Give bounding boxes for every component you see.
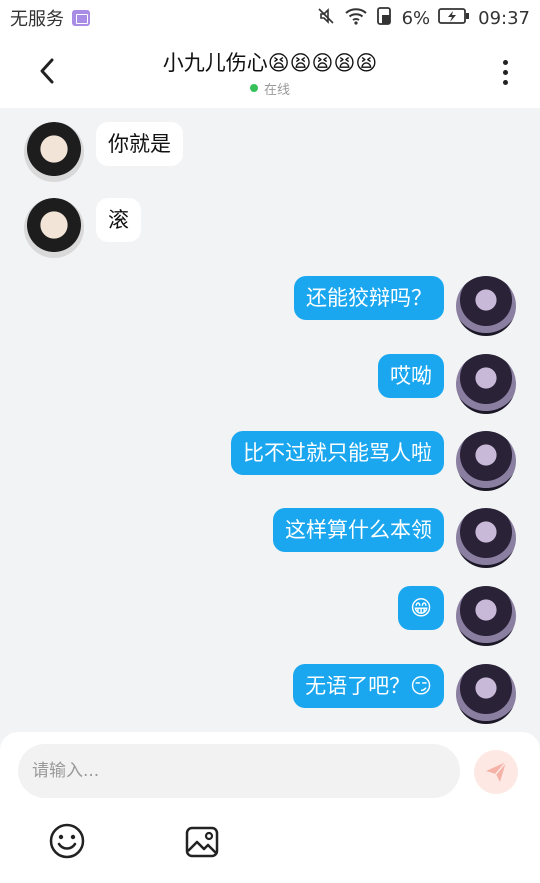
battery-charging-icon (438, 7, 470, 30)
contact-avatar[interactable] (24, 198, 84, 258)
battery-percent: 6% (401, 7, 431, 29)
online-dot-icon (249, 84, 258, 92)
message-bubble[interactable]: 滚 (96, 198, 141, 242)
carrier-label: 无服务 (10, 9, 64, 30)
my-avatar[interactable] (456, 276, 516, 336)
composer (0, 732, 540, 883)
more-dot (502, 79, 508, 85)
message-outgoing: 哎呦 (378, 354, 516, 414)
contact-avatar[interactable] (24, 122, 84, 182)
message-outgoing: 😁 (398, 586, 516, 646)
more-dot (502, 69, 508, 75)
wifi-icon (344, 6, 368, 31)
message-incoming: 滚 (24, 198, 141, 258)
send-button[interactable] (474, 750, 518, 794)
message-incoming: 你就是 (24, 122, 183, 182)
message-outgoing: 比不过就只能骂人啦 (231, 431, 516, 491)
image-button[interactable] (184, 824, 220, 860)
chat-title: 小九儿伤心😫😫😫😫😫 (162, 50, 378, 75)
message-bubble[interactable]: 还能狡辩吗？ (294, 276, 444, 320)
message-outgoing: 这样算什么本领 (273, 508, 516, 568)
message-input[interactable] (18, 744, 460, 798)
presence-status: 在线 (263, 82, 290, 98)
my-avatar[interactable] (456, 431, 516, 491)
my-avatar[interactable] (456, 354, 516, 414)
chevron-left-icon (40, 58, 54, 84)
sim-icon (72, 10, 90, 26)
emoji-button[interactable] (48, 822, 86, 860)
chat-title-block: 小九儿伤心😫😫😫😫😫 在线 (163, 47, 377, 98)
message-bubble[interactable]: 无语了吧？😏 (293, 664, 444, 708)
more-vertical-icon (502, 59, 508, 65)
send-icon (486, 761, 507, 782)
my-avatar[interactable] (456, 586, 516, 646)
emoji-icon (49, 823, 85, 859)
image-icon (185, 826, 219, 858)
my-avatar[interactable] (456, 508, 516, 568)
presence: 在线 (163, 79, 377, 98)
message-list[interactable]: 你就是 滚 还能狡辩吗？ 哎呦 比不过就只能骂人啦 这样算什么本领 😁 无语了吧… (0, 108, 540, 728)
message-bubble[interactable]: 比不过就只能骂人啦 (231, 431, 444, 475)
chat-header: 小九儿伤心😫😫😫😫😫 在线 (0, 36, 540, 108)
message-bubble[interactable]: 这样算什么本领 (273, 508, 444, 552)
clock: 09:37 (478, 7, 530, 29)
back-button[interactable] (30, 54, 64, 88)
message-bubble[interactable]: 你就是 (96, 122, 183, 166)
more-button[interactable] (490, 52, 520, 92)
status-bar: 无服务 6% 09:37 (0, 0, 540, 36)
mute-icon (316, 6, 336, 31)
message-outgoing: 还能狡辩吗？ (294, 276, 516, 336)
data-icon (376, 6, 394, 31)
message-outgoing: 无语了吧？😏 (293, 664, 516, 724)
message-bubble[interactable]: 哎呦 (378, 354, 444, 398)
my-avatar[interactable] (456, 664, 516, 724)
message-bubble[interactable]: 😁 (398, 586, 444, 630)
